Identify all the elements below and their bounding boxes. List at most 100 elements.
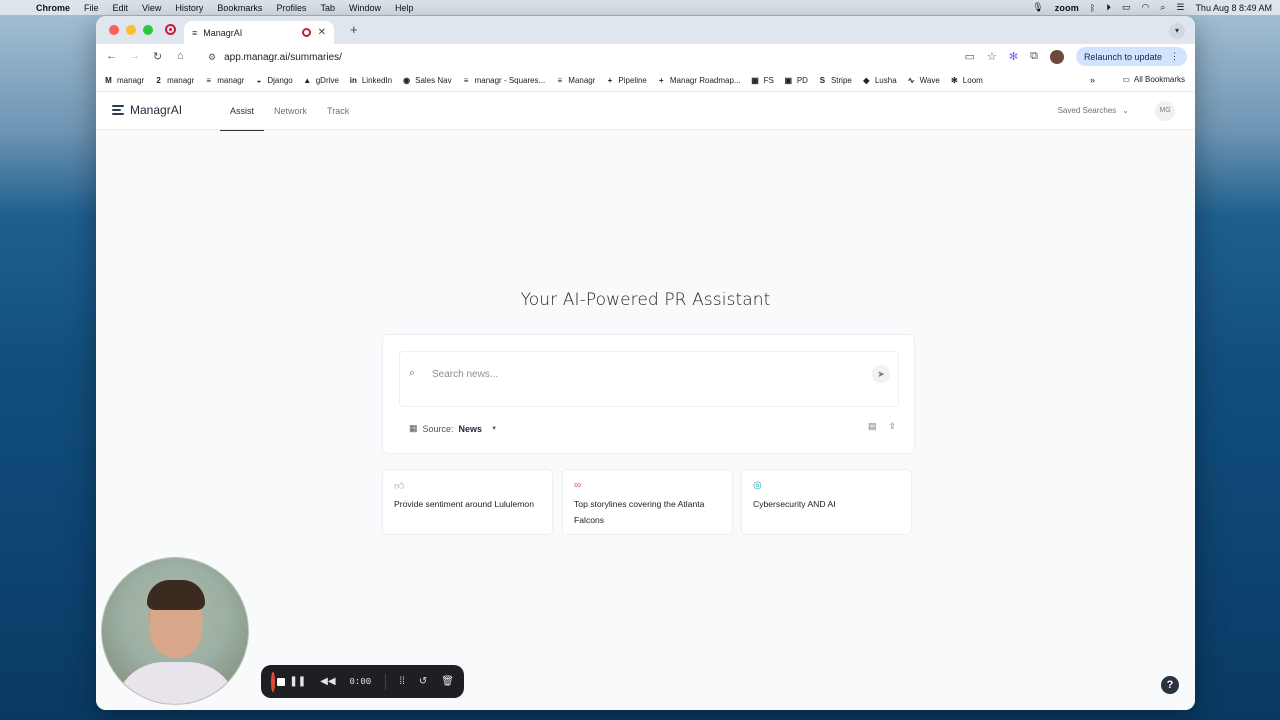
nav-track[interactable]: Track [317, 92, 359, 130]
source-label: Source: [422, 423, 454, 434]
bookmark-label: Wave [919, 76, 940, 85]
relaunch-button[interactable]: Relaunch to update ⋮ [1075, 47, 1187, 66]
maximize-window-button[interactable] [143, 25, 153, 35]
search-input[interactable] [432, 364, 852, 384]
home-icon[interactable]: ⌂ [177, 50, 184, 62]
control-center-icon[interactable]: ☰ [1176, 2, 1184, 13]
bookmark-item[interactable]: in LinkedIn [349, 76, 392, 85]
extensions-icon[interactable]: ⧉ [1030, 50, 1038, 63]
user-avatar[interactable]: MG [1155, 101, 1175, 121]
menu-chrome[interactable]: Chrome [36, 3, 70, 13]
webcam-bubble[interactable] [101, 557, 249, 705]
tab-search-dropdown-icon[interactable]: ▾ [1169, 23, 1185, 39]
bookmark-item[interactable]: ▦ FS [751, 76, 774, 85]
menu-tab[interactable]: Tab [320, 3, 335, 13]
saved-searches-dropdown[interactable]: Saved Searches ⌄ [1058, 106, 1129, 115]
search-box[interactable]: ⌕ ➤ [399, 351, 899, 407]
menu-edit[interactable]: Edit [113, 3, 129, 13]
trash-icon[interactable]: 🗑︎ [441, 676, 454, 687]
bookmark-item[interactable]: + Pipeline [605, 76, 647, 85]
camera-icon[interactable]: ▭ [965, 50, 975, 63]
help-button[interactable]: ? [1161, 676, 1179, 694]
forward-icon[interactable]: → [129, 50, 140, 62]
bookmark-item[interactable]: ≡ managr - Squares... [462, 76, 546, 85]
bookmark-item[interactable]: ◆ Lusha [862, 76, 896, 85]
site-settings-icon[interactable]: ⚙ [208, 52, 216, 63]
more-bookmarks-icon[interactable]: » [1090, 75, 1095, 85]
rewind-icon[interactable]: ◀◀ [320, 676, 335, 687]
menu-view[interactable]: View [142, 3, 161, 13]
bookmark-label: FS [763, 76, 774, 85]
menu-window[interactable]: Window [349, 3, 381, 13]
address-bar[interactable]: ⚙ app.managr.ai/summaries/ [196, 46, 996, 68]
all-bookmarks-label: All Bookmarks [1133, 75, 1185, 84]
back-icon[interactable]: ← [106, 50, 117, 62]
loom-extension-icon[interactable]: ✻ [1009, 50, 1018, 63]
bookmark-item[interactable]: ✻ Loom [950, 76, 983, 85]
upload-icon[interactable]: ⇪ [888, 421, 896, 432]
menu-profiles[interactable]: Profiles [276, 3, 306, 13]
bookmark-favicon-icon: ◉ [403, 76, 411, 85]
all-bookmarks-button[interactable]: ▭ All Bookmarks [1122, 75, 1185, 84]
menu-help[interactable]: Help [395, 3, 414, 13]
bookmark-favicon-icon: + [659, 76, 664, 85]
close-tab-icon[interactable]: ✕ [318, 27, 326, 38]
menu-file[interactable]: File [84, 3, 99, 13]
menu-history[interactable]: History [175, 3, 203, 13]
battery-icon[interactable]: ▭ [1122, 2, 1131, 13]
minimize-window-button[interactable] [126, 25, 136, 35]
bookmark-favicon-icon: + [607, 76, 613, 85]
clock[interactable]: Thu Aug 8 8:49 AM [1195, 3, 1272, 13]
macos-menubar: Chrome File Edit View History Bookmarks … [0, 0, 1280, 15]
microphone-icon[interactable]: 🎙 [1032, 2, 1043, 13]
saved-searches-label: Saved Searches [1057, 106, 1117, 115]
source-selector[interactable]: ▦ Source: News ▼ [409, 423, 497, 434]
bookmark-item[interactable]: ≡ Managr [555, 76, 595, 85]
bookmark-item[interactable]: ▣ PD [784, 76, 808, 85]
menu-bookmarks[interactable]: Bookmarks [217, 3, 262, 13]
stop-recording-button[interactable] [271, 671, 287, 692]
bookmark-item[interactable]: ◒ Django [254, 76, 292, 85]
relaunch-label: Relaunch to update [1083, 51, 1162, 62]
browser-toolbar: ← → ↻ ⌂ ⚙ app.managr.ai/summaries/ ▭ ☆ ✻… [96, 44, 1195, 70]
bookmark-item[interactable]: ≡ managr [204, 76, 244, 85]
nav-network[interactable]: Network [264, 92, 317, 130]
calendar-icon[interactable]: ▤ [868, 421, 877, 432]
wifi-icon[interactable]: ◠ [1141, 2, 1149, 13]
suggestion-card[interactable]: ◎ Cybersecurity AND AI [741, 469, 912, 535]
zoom-menu[interactable]: zoom [1055, 3, 1079, 13]
send-icon[interactable]: ➤ [872, 365, 890, 383]
bookmark-favicon-icon: ▣ [784, 76, 793, 85]
pause-icon[interactable]: ❚❚ [289, 676, 306, 687]
new-tab-button[interactable]: + [350, 22, 358, 37]
bookmark-item[interactable]: Mmanagr [104, 76, 144, 85]
reload-icon[interactable]: ↻ [153, 50, 162, 63]
nav-assist[interactable]: Assist [220, 92, 265, 131]
more-menu-icon[interactable]: ⋮ [1170, 51, 1179, 62]
bookmark-item[interactable]: + Managr Roadmap... [657, 76, 741, 85]
managr-logo[interactable]: ManagrAI [112, 103, 182, 117]
suggestion-text: Cybersecurity AND AI [753, 499, 836, 509]
bluetooth-icon[interactable]: ᛒ [1090, 3, 1095, 13]
suggestion-card[interactable]: ∞ Top storylines covering the Atlanta Fa… [562, 469, 733, 535]
drag-grid-icon[interactable]: ⁞⁞ [399, 676, 405, 687]
bookmark-item[interactable]: ▲ gDrive [303, 76, 339, 85]
bookmark-item[interactable]: ∿ Wave [907, 76, 940, 85]
bookmark-favicon-icon: ▦ [751, 76, 759, 85]
play-icon[interactable]: ⏵ [1106, 2, 1111, 13]
webcam-person-shirt [114, 662, 238, 704]
url-text[interactable]: app.managr.ai/summaries/ [224, 52, 342, 63]
profile-avatar[interactable] [1049, 49, 1064, 64]
search-icon: ⌕ [409, 367, 416, 379]
bookmark-favicon-icon: ◒ [256, 76, 262, 85]
browser-tab-active[interactable]: ≡ ManagrAI ✕ [184, 21, 334, 44]
bookmark-star-icon[interactable]: ☆ [987, 50, 997, 63]
bookmark-item[interactable]: ◉ Sales Nav [402, 76, 451, 85]
spotlight-search-icon[interactable]: ⌕ [1160, 2, 1165, 13]
bookmark-favicon-icon: ≡ [557, 76, 563, 85]
suggestion-card[interactable]: 👍︎ Provide sentiment around Lululemon [382, 469, 553, 535]
restart-icon[interactable]: ↺ [419, 676, 427, 687]
bookmark-item[interactable]: 2 managr [154, 76, 194, 85]
bookmark-item[interactable]: S Stripe [818, 76, 852, 85]
close-window-button[interactable] [109, 25, 119, 35]
